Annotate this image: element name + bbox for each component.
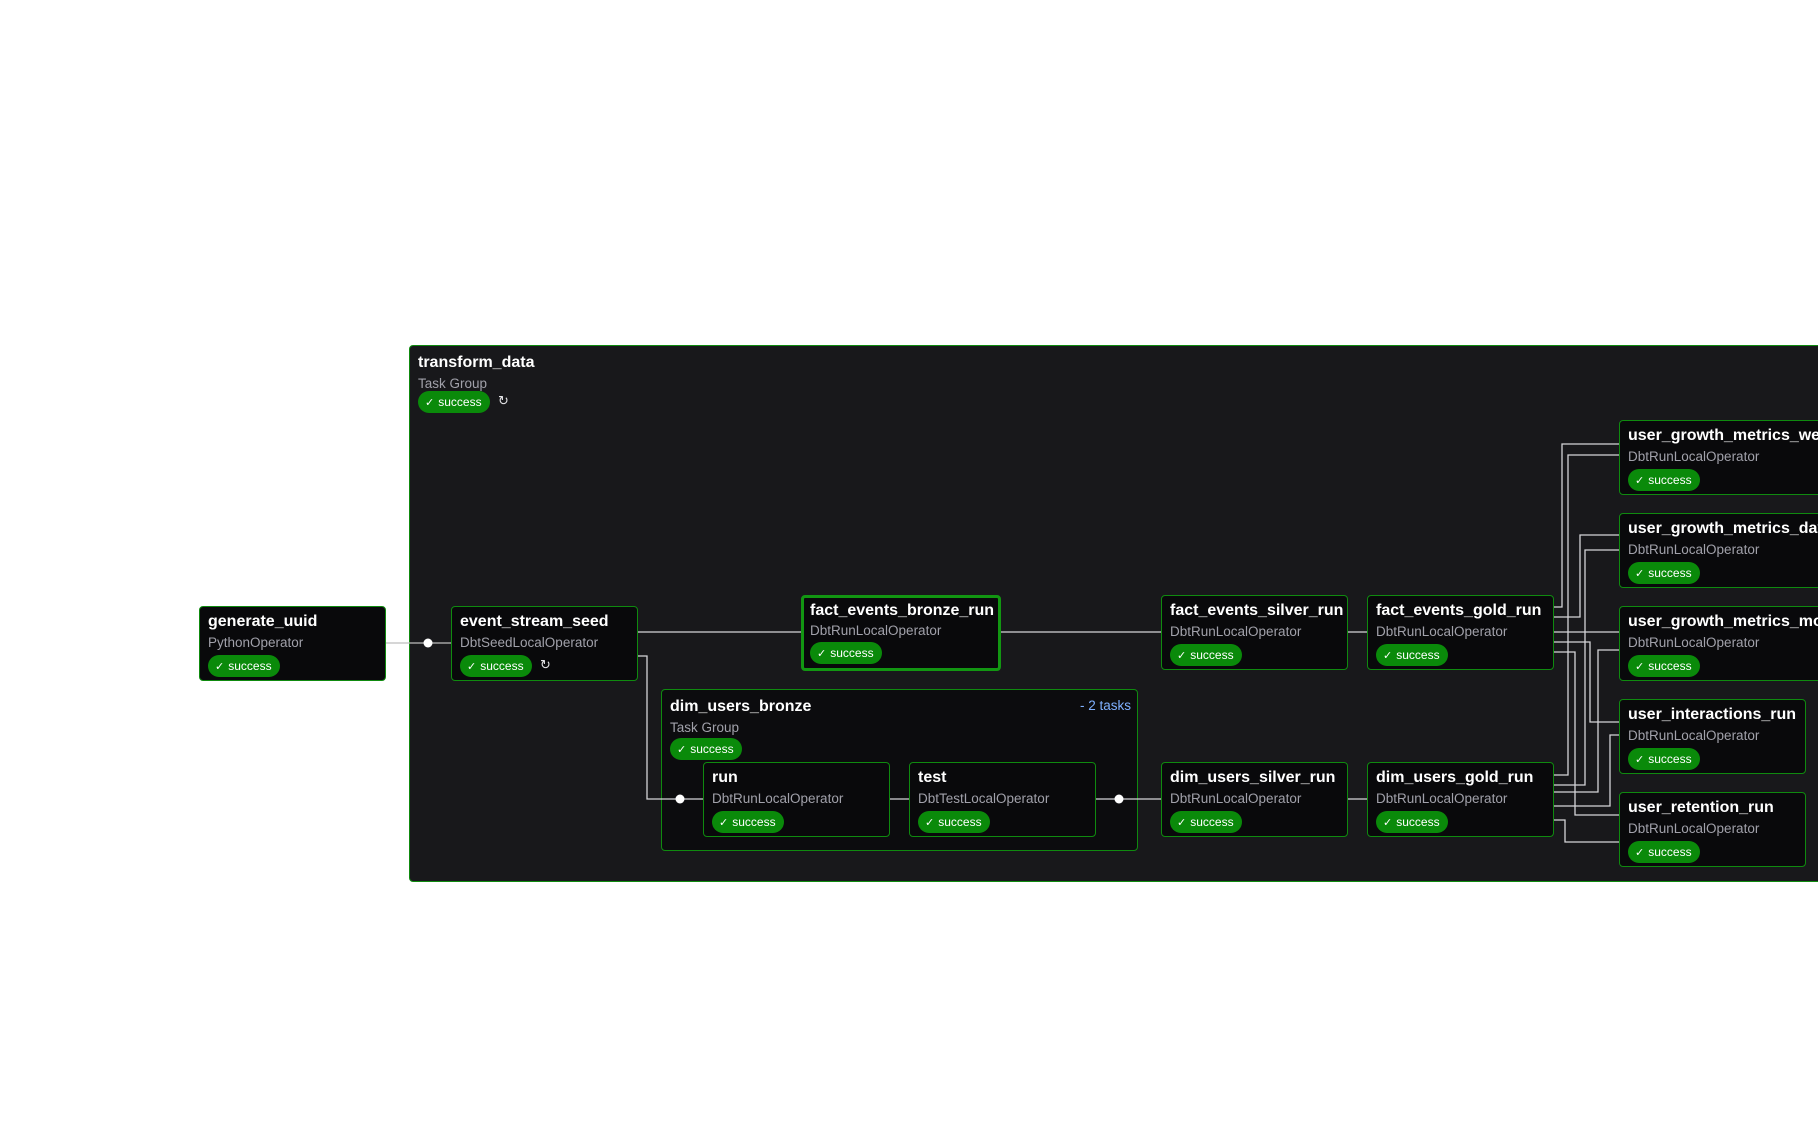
check-icon: ✓ <box>1635 568 1645 580</box>
task-title: run <box>712 769 738 786</box>
task-title: test <box>918 769 947 786</box>
check-icon: ✓ <box>1635 847 1645 859</box>
task-operator: DbtSeedLocalOperator <box>460 635 599 650</box>
dag-edges <box>385 443 1620 843</box>
check-icon: ✓ <box>1383 817 1393 829</box>
status-badge: ✓ success <box>208 655 280 677</box>
status-badge: ✓ success <box>1170 811 1242 833</box>
task-node-fact-events-bronze-run[interactable]: fact_events_bronze_run DbtRunLocalOperat… <box>801 595 1001 671</box>
check-icon: ✓ <box>215 661 225 673</box>
task-operator: DbtRunLocalOperator <box>1628 542 1760 557</box>
check-icon: ✓ <box>1383 650 1393 662</box>
task-node-run[interactable]: run DbtRunLocalOperator ✓ success <box>703 762 890 837</box>
check-icon: ✓ <box>925 817 935 829</box>
task-node-user-retention-run[interactable]: user_retention_run DbtRunLocalOperator ✓… <box>1619 792 1806 867</box>
task-node-user-growth-metrics-daily[interactable]: user_growth_metrics_day DbtRunLocalOpera… <box>1619 513 1818 588</box>
task-title: fact_events_silver_run <box>1170 602 1344 619</box>
task-operator: DbtTestLocalOperator <box>918 791 1050 806</box>
status-badge: ✓ success <box>1628 655 1700 677</box>
check-icon: ✓ <box>1177 817 1187 829</box>
task-operator: DbtRunLocalOperator <box>1628 449 1760 464</box>
status-badge: ✓ success <box>1376 811 1448 833</box>
task-operator: DbtRunLocalOperator <box>1628 635 1760 650</box>
status-badge: ✓ success <box>1628 748 1700 770</box>
status-badge: ✓ success <box>1628 841 1700 863</box>
status-badge: ✓ success <box>918 811 990 833</box>
task-operator: DbtRunLocalOperator <box>1170 624 1302 639</box>
task-title: dim_users_gold_run <box>1376 769 1534 786</box>
task-node-user-growth-metrics-monthly[interactable]: user_growth_metrics_mon DbtRunLocalOpera… <box>1619 606 1818 681</box>
check-icon: ✓ <box>1635 754 1645 766</box>
task-operator: DbtRunLocalOperator <box>1628 821 1760 836</box>
task-title: user_interactions_run <box>1628 706 1797 723</box>
task-node-user-interactions-run[interactable]: user_interactions_run DbtRunLocalOperato… <box>1619 699 1806 774</box>
task-node-fact-events-silver-run[interactable]: fact_events_silver_run DbtRunLocalOperat… <box>1161 595 1348 670</box>
check-icon: ✓ <box>719 817 729 829</box>
task-title: event_stream_seed <box>460 613 609 630</box>
task-node-user-growth-metrics-weekly[interactable]: user_growth_metrics_wee DbtRunLocalOpera… <box>1619 420 1818 495</box>
task-operator: PythonOperator <box>208 635 304 650</box>
status-badge: ✓ success <box>1376 644 1448 666</box>
task-operator: DbtRunLocalOperator <box>712 791 844 806</box>
task-node-generate-uuid[interactable]: generate_uuid PythonOperator ✓ success <box>199 606 386 681</box>
check-icon: ✓ <box>1177 650 1187 662</box>
task-operator: DbtRunLocalOperator <box>1170 791 1302 806</box>
status-badge: ✓ success <box>1628 562 1700 584</box>
task-title: user_growth_metrics_day <box>1628 520 1818 537</box>
task-title: user_retention_run <box>1628 799 1774 816</box>
task-title: fact_events_gold_run <box>1376 602 1542 619</box>
task-title: fact_events_bronze_run <box>810 602 995 619</box>
task-node-dim-users-gold-run[interactable]: dim_users_gold_run DbtRunLocalOperator ✓… <box>1367 762 1554 837</box>
refresh-icon[interactable]: ↻ <box>540 657 551 673</box>
dag-graph-canvas[interactable]: transform_data Task Group ✓ success ↻ dim… <box>0 0 1818 1140</box>
status-badge: ✓ success <box>460 655 532 677</box>
task-node-event-stream-seed[interactable]: event_stream_seed DbtSeedLocalOperator ✓… <box>451 606 638 681</box>
check-icon: ✓ <box>1635 475 1645 487</box>
task-node-test[interactable]: test DbtTestLocalOperator ✓ success <box>909 762 1096 837</box>
task-title: generate_uuid <box>208 613 318 630</box>
check-icon: ✓ <box>467 661 477 673</box>
status-badge: ✓ success <box>810 642 882 664</box>
task-operator: DbtRunLocalOperator <box>1376 791 1508 806</box>
status-badge: ✓ success <box>1170 644 1242 666</box>
task-operator: DbtRunLocalOperator <box>1628 728 1760 743</box>
check-icon: ✓ <box>1635 661 1645 673</box>
task-node-fact-events-gold-run[interactable]: fact_events_gold_run DbtRunLocalOperator… <box>1367 595 1554 670</box>
status-badge: ✓ success <box>712 811 784 833</box>
task-title: user_growth_metrics_mon <box>1628 613 1818 630</box>
task-title: user_growth_metrics_wee <box>1628 427 1818 444</box>
task-operator: DbtRunLocalOperator <box>810 623 942 638</box>
check-icon: ✓ <box>817 648 827 660</box>
task-node-dim-users-silver-run[interactable]: dim_users_silver_run DbtRunLocalOperator… <box>1161 762 1348 837</box>
task-operator: DbtRunLocalOperator <box>1376 624 1508 639</box>
task-title: dim_users_silver_run <box>1170 769 1336 786</box>
status-badge: ✓ success <box>1628 469 1700 491</box>
